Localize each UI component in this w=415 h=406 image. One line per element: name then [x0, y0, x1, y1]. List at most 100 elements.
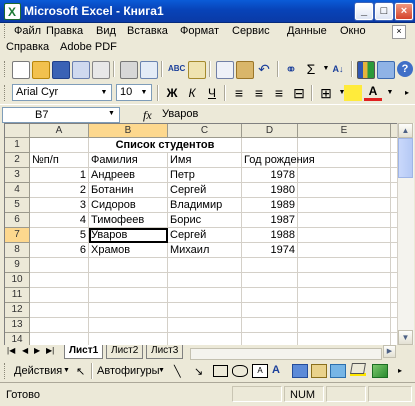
- excel-app-icon[interactable]: X: [4, 3, 21, 20]
- cell[interactable]: [298, 198, 391, 213]
- fill-color-icon[interactable]: [344, 85, 362, 101]
- new-document-icon[interactable]: [12, 61, 30, 79]
- draw-actions-menu[interactable]: Действия: [14, 365, 62, 377]
- drawing-icon[interactable]: [377, 61, 395, 79]
- row-header[interactable]: 10: [5, 273, 30, 288]
- row-header[interactable]: 12: [5, 303, 30, 318]
- worksheet-grid[interactable]: A B C D E 1 2 3 4 5 6 7 8 9 10 11 12 13 …: [4, 123, 398, 347]
- align-left-icon[interactable]: ≡: [230, 85, 248, 101]
- cell[interactable]: [298, 213, 391, 228]
- vertical-scrollbar[interactable]: ▲ ▼: [397, 123, 414, 345]
- cell[interactable]: [298, 228, 391, 243]
- autoshapes-menu[interactable]: Автофигуры: [97, 365, 160, 377]
- menu-tools[interactable]: Сервис: [232, 25, 270, 37]
- font-name-select[interactable]: Arial Cyr ▼: [12, 84, 112, 101]
- row-header[interactable]: 7: [5, 228, 30, 243]
- header-cell-surname[interactable]: Фамилия: [89, 153, 168, 168]
- sort-ascending-icon[interactable]: A↓: [330, 61, 346, 77]
- scroll-thumb[interactable]: [398, 138, 413, 178]
- align-right-icon[interactable]: ≡: [270, 85, 288, 101]
- align-center-icon[interactable]: ≡: [250, 85, 268, 101]
- print-preview-icon[interactable]: [140, 61, 158, 79]
- cell[interactable]: [298, 273, 391, 288]
- formula-input[interactable]: Уваров: [158, 107, 412, 123]
- chevron-down-icon[interactable]: ▼: [138, 86, 150, 99]
- toolbar-grip[interactable]: [4, 363, 8, 379]
- cell[interactable]: [242, 288, 298, 303]
- cell[interactable]: [298, 288, 391, 303]
- cell[interactable]: [168, 303, 242, 318]
- sheet-tab-2[interactable]: Лист2: [106, 345, 144, 359]
- menu-view[interactable]: Вид: [96, 25, 116, 37]
- horizontal-scrollbar[interactable]: [190, 348, 382, 360]
- close-button[interactable]: ×: [395, 3, 413, 20]
- wordart-icon[interactable]: A: [272, 364, 286, 376]
- scroll-up-icon[interactable]: ▲: [398, 123, 413, 138]
- row-header[interactable]: 6: [5, 213, 30, 228]
- student-num-cell[interactable]: 3: [30, 198, 89, 213]
- rectangle-icon[interactable]: [213, 365, 228, 377]
- name-box[interactable]: B7: [2, 107, 120, 123]
- diagram-icon[interactable]: [292, 364, 308, 378]
- next-sheet-icon[interactable]: ▶: [34, 346, 40, 355]
- sheet-tab-1[interactable]: Лист1: [64, 345, 104, 359]
- font-color-dropdown-icon[interactable]: ▼: [381, 85, 399, 101]
- menu-help[interactable]: Справка: [6, 41, 49, 53]
- cell[interactable]: [242, 318, 298, 333]
- help-icon[interactable]: ?: [397, 61, 413, 77]
- cell[interactable]: [168, 288, 242, 303]
- merge-center-icon[interactable]: ⊟: [290, 85, 308, 101]
- cell[interactable]: [298, 138, 391, 153]
- student-num-cell[interactable]: 1: [30, 168, 89, 183]
- menu-edit[interactable]: Правка: [46, 25, 83, 37]
- row-header[interactable]: 8: [5, 243, 30, 258]
- permission-icon[interactable]: [72, 61, 90, 79]
- cell[interactable]: [30, 303, 89, 318]
- student-year-cell[interactable]: 1980: [242, 183, 298, 198]
- chevron-down-icon[interactable]: ▼: [63, 367, 70, 374]
- student-num-cell[interactable]: 6: [30, 243, 89, 258]
- cell[interactable]: [168, 273, 242, 288]
- toolbar-options-icon[interactable]: ▸: [398, 85, 415, 101]
- hyperlink-icon[interactable]: ⚭: [283, 61, 299, 77]
- cell[interactable]: [298, 258, 391, 273]
- cell[interactable]: [242, 138, 298, 153]
- cell[interactable]: [89, 288, 168, 303]
- menu-insert[interactable]: Вставка: [127, 25, 168, 37]
- column-header-b[interactable]: B: [89, 124, 168, 138]
- sheet-tab-3[interactable]: Лист3: [146, 345, 184, 359]
- research-icon[interactable]: [188, 61, 206, 79]
- column-header-e[interactable]: E: [298, 124, 391, 138]
- textbox-icon[interactable]: A: [252, 364, 268, 378]
- cell[interactable]: [242, 258, 298, 273]
- line-icon[interactable]: ╲: [174, 365, 181, 378]
- minimize-button[interactable]: _: [355, 3, 373, 20]
- font-color-icon[interactable]: A: [364, 85, 382, 101]
- cell[interactable]: [89, 258, 168, 273]
- cell[interactable]: [298, 183, 391, 198]
- picture-icon[interactable]: [330, 364, 346, 378]
- cell[interactable]: [298, 243, 391, 258]
- cell[interactable]: [242, 273, 298, 288]
- row-header[interactable]: 11: [5, 288, 30, 303]
- cell[interactable]: [30, 288, 89, 303]
- copy-icon[interactable]: [216, 61, 234, 79]
- student-surname-cell[interactable]: Сидоров: [89, 198, 168, 213]
- header-cell-year[interactable]: Год рождения: [242, 153, 315, 168]
- row-header[interactable]: 3: [5, 168, 30, 183]
- student-year-cell[interactable]: 1988: [242, 228, 298, 243]
- row-header[interactable]: 13: [5, 318, 30, 333]
- student-name-cell[interactable]: Михаил: [168, 243, 242, 258]
- italic-button[interactable]: К: [183, 85, 201, 101]
- cell[interactable]: [89, 318, 168, 333]
- prev-sheet-icon[interactable]: ◀: [22, 346, 28, 355]
- student-num-cell[interactable]: 5: [30, 228, 89, 243]
- autosum-icon[interactable]: Σ: [303, 61, 319, 77]
- cell[interactable]: [89, 273, 168, 288]
- student-num-cell[interactable]: 2: [30, 183, 89, 198]
- menu-file[interactable]: Файл: [14, 25, 41, 37]
- student-surname-cell[interactable]: Ботанин: [89, 183, 168, 198]
- first-sheet-icon[interactable]: |◀: [7, 346, 15, 355]
- maximize-button[interactable]: □: [375, 3, 393, 20]
- select-objects-icon[interactable]: ↖: [76, 365, 85, 378]
